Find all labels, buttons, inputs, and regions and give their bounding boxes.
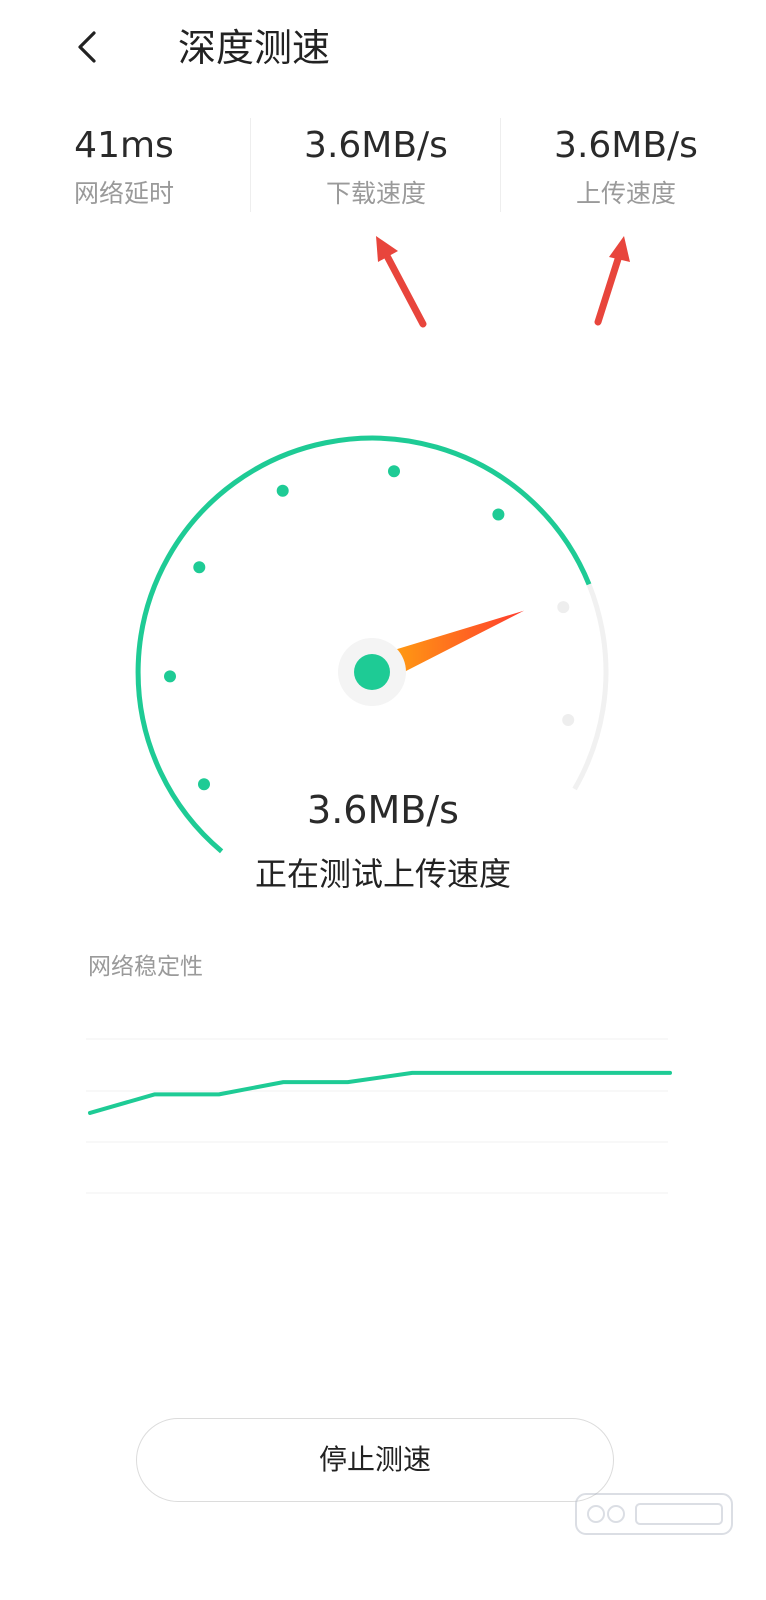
gauge-speed-value: 3.6MB/s bbox=[307, 788, 459, 832]
annotation-arrows bbox=[376, 236, 630, 328]
test-status: 正在测试上传速度 bbox=[254, 855, 511, 893]
gauge-tick bbox=[164, 670, 176, 683]
stability-title: 网络稳定性 bbox=[88, 954, 203, 980]
gauge-tick bbox=[557, 601, 570, 614]
gauge-hub bbox=[354, 654, 390, 690]
gauge-tick bbox=[276, 484, 289, 497]
stability-chart bbox=[86, 1038, 672, 1194]
gauge-needle bbox=[395, 610, 525, 672]
speed-gauge bbox=[135, 435, 609, 854]
gauge-ticks bbox=[164, 465, 575, 791]
stop-test-button[interactable]: 停止测速 bbox=[136, 1418, 614, 1502]
gauge-tick bbox=[388, 465, 400, 478]
baidu-watermark-icon bbox=[575, 1493, 733, 1535]
stability-line bbox=[88, 1070, 672, 1115]
arrow-icon bbox=[376, 236, 427, 328]
gauge-tick bbox=[492, 508, 505, 521]
arrow-icon bbox=[594, 236, 630, 326]
gauge-tick bbox=[193, 561, 206, 574]
gauge-tick bbox=[562, 714, 575, 726]
